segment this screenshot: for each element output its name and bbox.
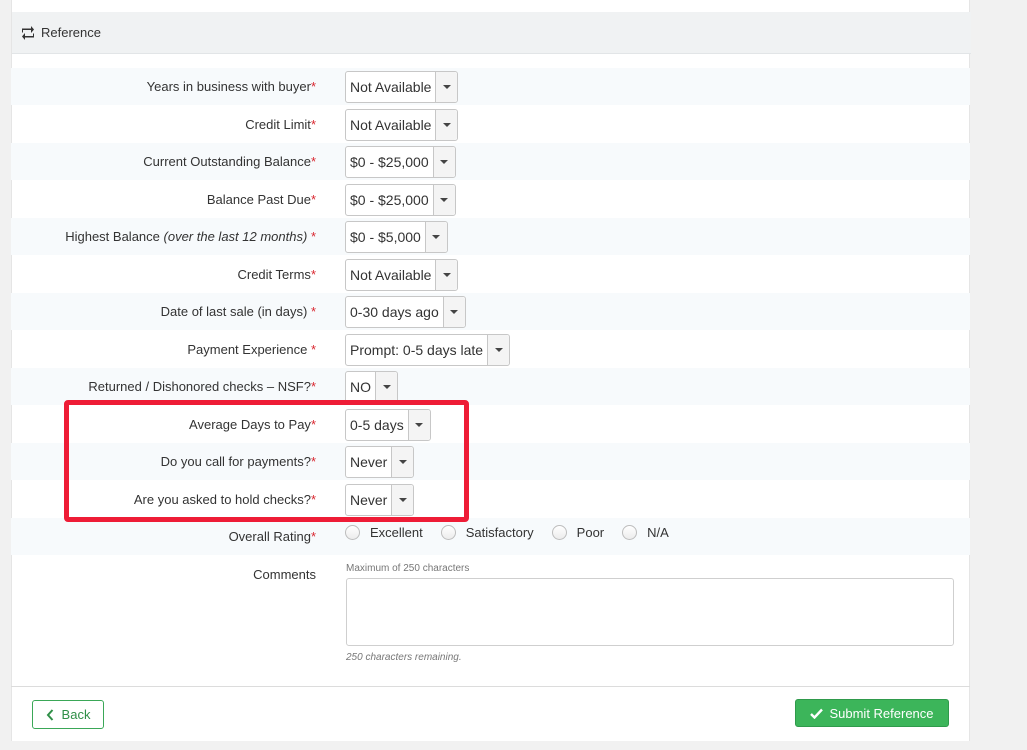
field-label: Average Days to Pay* (189, 417, 316, 432)
field-label: Overall Rating* (228, 529, 316, 544)
overall-rating-group: Excellent Satisfactory Poor N/A (345, 525, 687, 540)
row-date-of-last-sale: Date of last sale (in days) * 0-30 days … (11, 293, 970, 330)
field-label: Balance Past Due* (206, 192, 316, 207)
chevron-down-icon (391, 484, 414, 515)
returned-checks-select[interactable]: NO (345, 370, 398, 403)
radio-circle-icon (440, 525, 456, 540)
row-hold-checks: Are you asked to hold checks?* Never (11, 481, 970, 518)
row-credit-limit: Credit Limit* Not Available (11, 106, 970, 143)
comments-remaining-counter: 250 characters remaining. (346, 652, 462, 663)
field-label: Payment Experience * (187, 342, 316, 357)
chevron-down-icon (432, 146, 455, 177)
chevron-down-icon (442, 296, 465, 327)
rating-poor-radio[interactable]: Poor (551, 525, 604, 540)
rating-na-radio[interactable]: N/A (622, 525, 669, 540)
field-label: Current Outstanding Balance* (143, 154, 316, 169)
field-label: Are you asked to hold checks?* (133, 492, 316, 507)
chevron-down-icon (435, 259, 458, 290)
field-label: Date of last sale (in days) * (160, 304, 316, 319)
field-label: Do you call for payments?* (160, 454, 316, 469)
row-balance-past-due: Balance Past Due* $0 - $25,000 (11, 181, 970, 218)
average-days-to-pay-select[interactable]: 0-5 days (345, 408, 431, 441)
chevron-down-icon (375, 371, 397, 402)
panel-title: Reference (41, 25, 101, 40)
hold-checks-select[interactable]: Never (345, 483, 415, 516)
field-label: Comments (253, 567, 316, 582)
balance-past-due-select[interactable]: $0 - $25,000 (345, 183, 456, 216)
rating-satisfactory-radio[interactable]: Satisfactory (440, 525, 534, 540)
call-for-payments-select[interactable]: Never (345, 445, 415, 478)
comments-hint: Maximum of 250 characters (346, 563, 470, 574)
check-icon (810, 708, 824, 719)
field-label: Credit Terms* (237, 267, 316, 282)
chevron-left-icon (46, 708, 54, 721)
field-label: Returned / Dishonored checks – NSF?* (88, 379, 316, 394)
row-call-for-payments: Do you call for payments?* Never (11, 443, 970, 480)
panel-header: Reference (12, 12, 971, 54)
chevron-down-icon (435, 109, 458, 140)
highest-balance-select[interactable]: $0 - $5,000 (345, 220, 448, 253)
chevron-down-icon (432, 184, 455, 215)
field-label: Credit Limit* (245, 117, 316, 132)
retweet-icon (20, 25, 36, 40)
radio-circle-icon (622, 525, 638, 540)
submit-reference-button[interactable]: Submit Reference (795, 699, 949, 727)
row-current-outstanding-balance: Current Outstanding Balance* $0 - $25,00… (11, 143, 970, 180)
radio-circle-icon (345, 525, 360, 540)
row-payment-experience: Payment Experience * Prompt: 0-5 days la… (11, 331, 970, 368)
date-of-last-sale-select[interactable]: 0-30 days ago (345, 295, 466, 328)
row-years-in-business: Years in business with buyer* Not Availa… (11, 68, 970, 105)
chevron-down-icon (424, 221, 447, 252)
rating-excellent-radio[interactable]: Excellent (345, 525, 423, 540)
payment-experience-select[interactable]: Prompt: 0-5 days late (345, 333, 511, 366)
chevron-down-icon (391, 446, 414, 477)
back-button[interactable]: Back (32, 700, 104, 729)
years-in-business-select[interactable]: Not Available (345, 70, 459, 103)
radio-circle-icon (551, 525, 567, 540)
chevron-down-icon (435, 71, 458, 102)
credit-limit-select[interactable]: Not Available (345, 108, 459, 141)
footer-divider (11, 686, 970, 687)
row-overall-rating: Overall Rating* Excellent Satisfactory P… (11, 518, 970, 555)
row-returned-checks: Returned / Dishonored checks – NSF?* NO (11, 368, 970, 405)
row-highest-balance: Highest Balance (over the last 12 months… (11, 218, 970, 255)
comments-textarea[interactable] (346, 578, 954, 646)
field-label: Years in business with buyer* (146, 79, 316, 94)
credit-terms-select[interactable]: Not Available (345, 258, 459, 291)
current-outstanding-balance-select[interactable]: $0 - $25,000 (345, 145, 456, 178)
row-average-days-to-pay: Average Days to Pay* 0-5 days (11, 406, 970, 443)
chevron-down-icon (487, 334, 510, 365)
field-label: Highest Balance (over the last 12 months… (65, 229, 316, 244)
chevron-down-icon (407, 409, 430, 440)
row-credit-terms: Credit Terms* Not Available (11, 256, 970, 293)
